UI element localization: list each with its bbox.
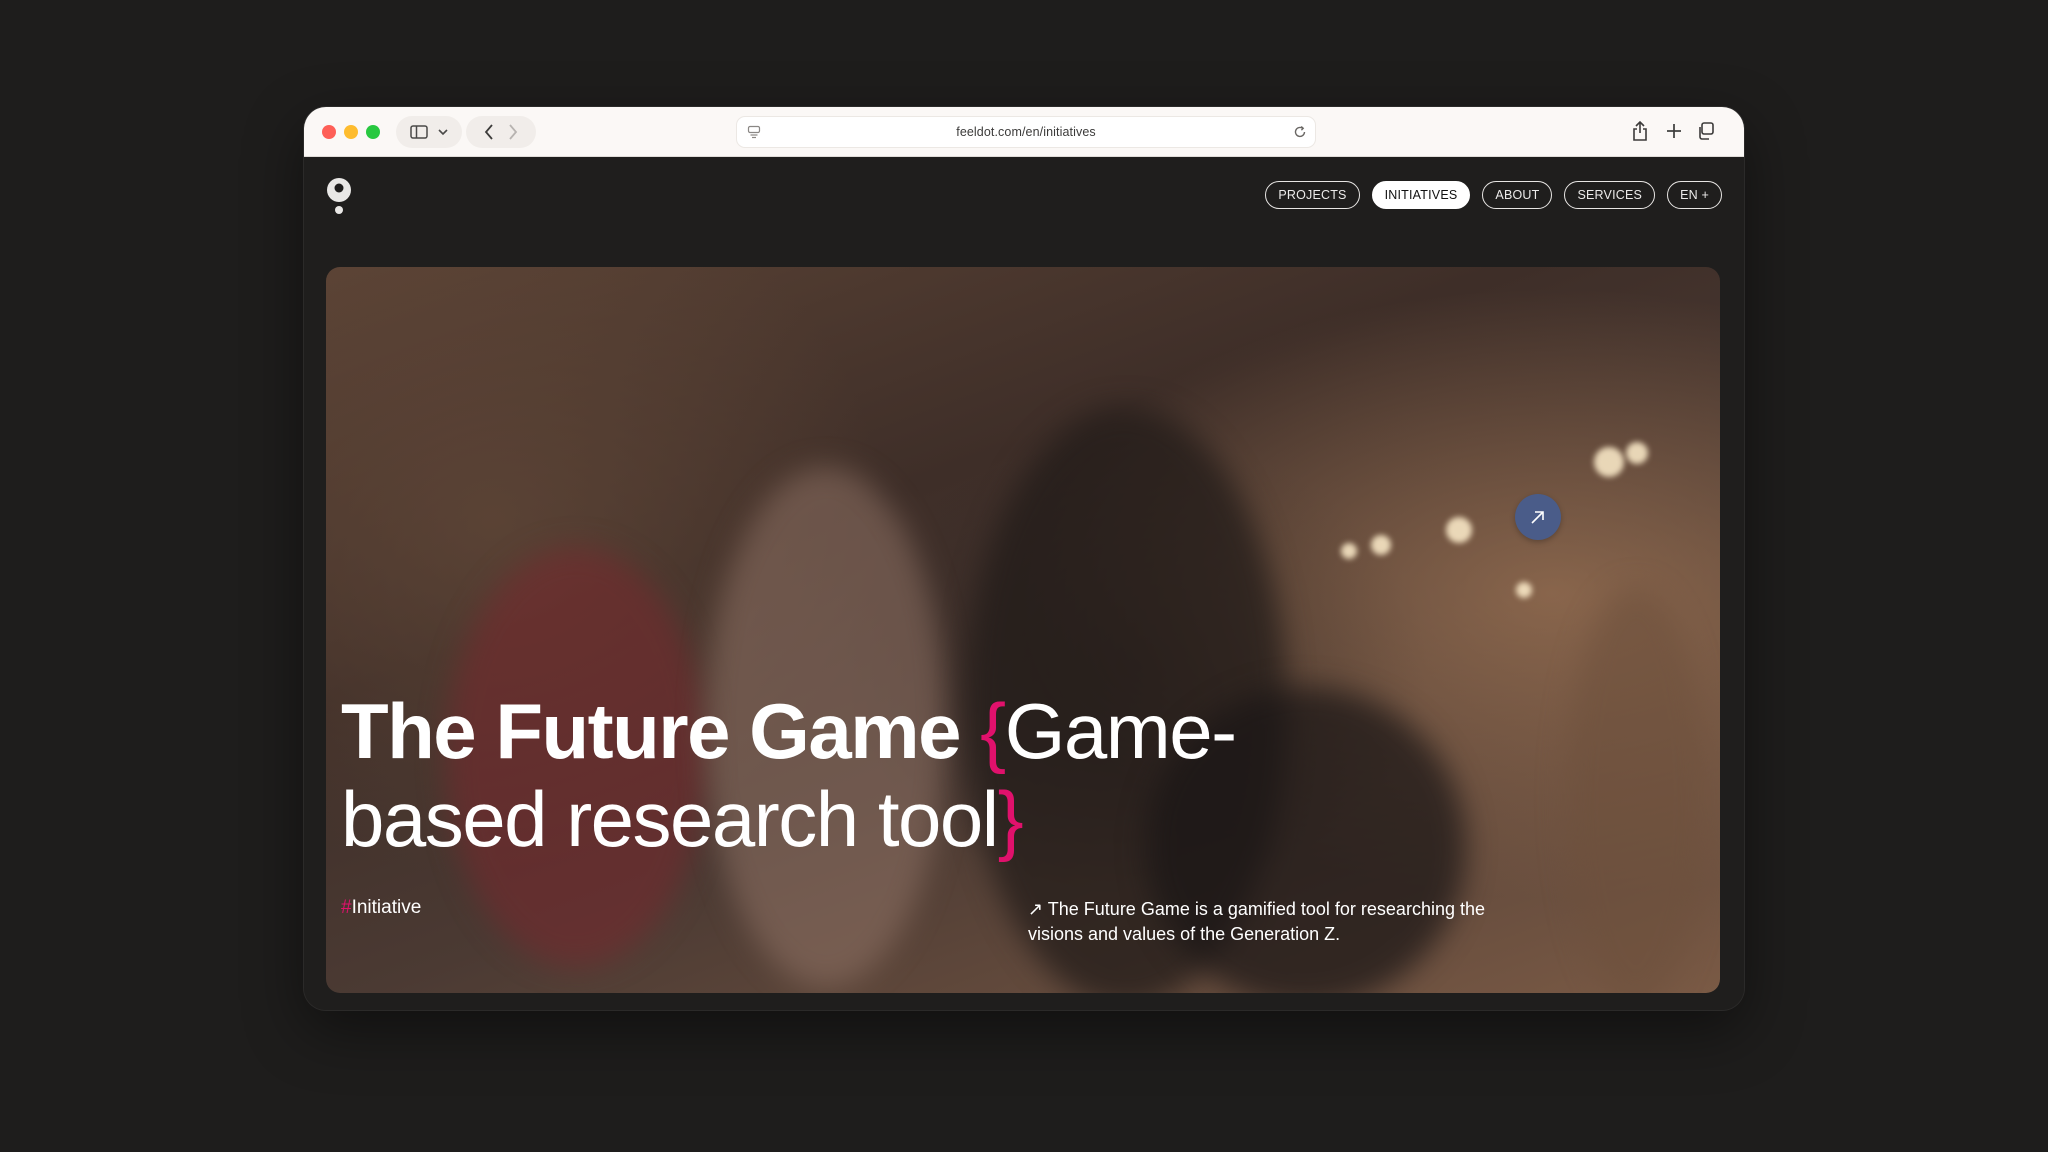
hero-description: ↗ The Future Game is a gamified tool for… <box>1028 897 1508 947</box>
maximize-window-button[interactable] <box>366 125 380 139</box>
nav-projects[interactable]: PROJECTS <box>1265 181 1360 209</box>
share-icon[interactable] <box>1631 120 1649 142</box>
browser-toolbar: feeldot.com/en/initiatives <box>304 107 1744 157</box>
hero-card[interactable]: The Future Game {Game- based research to… <box>326 267 1720 993</box>
hero-title: The Future Game {Game- based research to… <box>341 687 1321 863</box>
feeldot-logo-icon[interactable] <box>326 177 354 217</box>
tag-hash: # <box>341 897 352 918</box>
main-navigation: PROJECTS INITIATIVES ABOUT SERVICES EN + <box>1265 181 1722 209</box>
minimize-window-button[interactable] <box>344 125 358 139</box>
hero-background-shape <box>1566 587 1706 993</box>
brace-open: { <box>980 687 1006 775</box>
title-light-part-2: based research tool <box>341 775 999 863</box>
light-bokeh <box>1516 582 1532 598</box>
light-bokeh <box>1626 442 1648 464</box>
nav-services[interactable]: SERVICES <box>1564 181 1656 209</box>
light-bokeh <box>1446 517 1472 543</box>
reload-icon[interactable] <box>1293 125 1307 139</box>
description-arrow-icon: ↗ <box>1028 899 1044 919</box>
close-window-button[interactable] <box>322 125 336 139</box>
title-light-part-1: Game- <box>1004 687 1237 775</box>
browser-window: feeldot.com/en/initiatives PROJECTS INIT… <box>304 107 1744 1010</box>
light-bokeh <box>1341 543 1357 559</box>
new-tab-icon[interactable] <box>1665 120 1683 142</box>
history-navigation <box>466 116 536 148</box>
arrow-up-right-icon <box>1531 511 1544 524</box>
back-arrow-icon[interactable] <box>484 124 494 140</box>
light-bokeh <box>1371 535 1391 555</box>
brace-close: } <box>997 775 1024 863</box>
category-tag[interactable]: #Initiative <box>341 897 421 919</box>
forward-arrow-icon[interactable] <box>508 124 518 140</box>
url-text: feeldot.com/en/initiatives <box>956 125 1096 139</box>
light-bokeh <box>1594 447 1624 477</box>
sidebar-toggle-button[interactable] <box>396 116 462 148</box>
tab-overview-icon[interactable] <box>1697 120 1715 142</box>
web-page: PROJECTS INITIATIVES ABOUT SERVICES EN + <box>304 157 1744 1010</box>
chevron-down-icon <box>438 128 448 135</box>
language-selector[interactable]: EN + <box>1667 181 1722 209</box>
nav-initiatives[interactable]: INITIATIVES <box>1371 181 1471 209</box>
open-initiative-button[interactable] <box>1515 494 1561 540</box>
description-text: The Future Game is a gamified tool for r… <box>1028 899 1485 944</box>
address-bar[interactable]: feeldot.com/en/initiatives <box>736 116 1316 148</box>
sidebar-icon <box>410 125 428 139</box>
nav-about[interactable]: ABOUT <box>1482 181 1553 209</box>
title-strong: The Future Game <box>341 687 961 775</box>
tag-label: Initiative <box>351 897 422 918</box>
